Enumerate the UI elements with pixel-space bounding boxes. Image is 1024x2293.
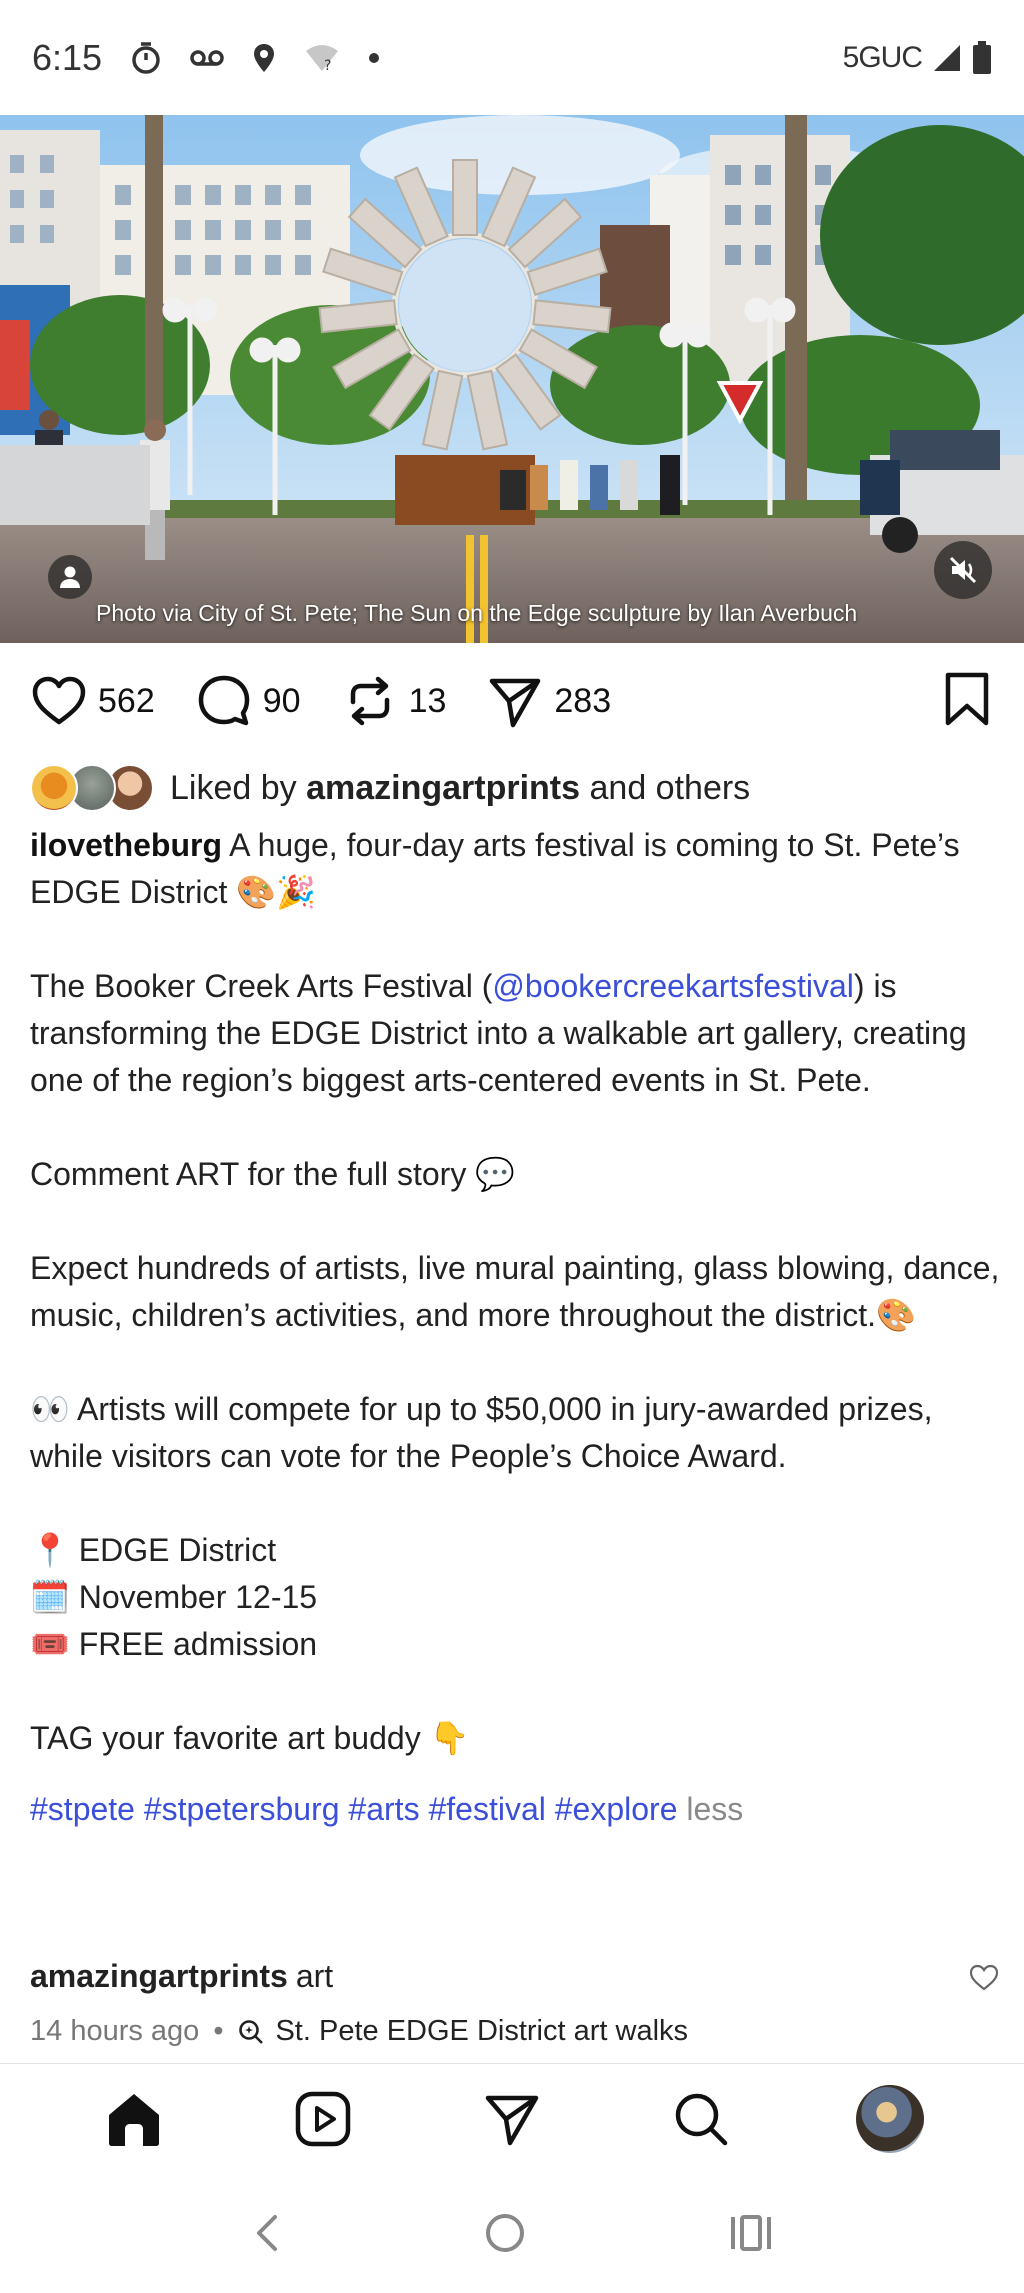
caption-hashtags: #stpete #stpetersburg #arts #festival #e… (30, 1786, 1000, 1833)
back-icon[interactable] (251, 2213, 281, 2253)
signal-icon (934, 44, 960, 71)
tagged-users-button[interactable] (48, 555, 92, 599)
caption-paragraph-1: The Booker Creek Arts Festival (@bookerc… (30, 963, 1000, 1104)
location-icon (254, 43, 275, 72)
liked-by-suffix: and others (589, 768, 751, 807)
caption-location: 📍 EDGE District (30, 1527, 1000, 1574)
hashtags[interactable]: #stpete #stpetersburg #arts #festival #e… (30, 1791, 677, 1827)
caption-paragraph-3: Expect hundreds of artists, live mural p… (30, 1245, 1000, 1339)
search-icon (675, 2093, 728, 2145)
topic-search-icon (239, 2019, 264, 2044)
liked-by-user[interactable]: amazingartprints (306, 769, 580, 807)
top-comment[interactable]: amazingartprints art (30, 1958, 1000, 1995)
post-actions: 562 90 13 283 (30, 665, 994, 737)
home-circle-icon[interactable] (484, 2212, 526, 2254)
mention-link[interactable]: @bookercreekartsfestival (492, 968, 854, 1004)
nav-profile[interactable] (854, 2083, 926, 2155)
sculpture-photo (0, 115, 1024, 643)
nav-direct[interactable] (476, 2083, 548, 2155)
bookmark-icon (945, 672, 989, 725)
p3-text: Expect hundreds of artists, live mural p… (30, 1250, 1000, 1333)
liked-by-text: Liked by amazingartprints and others (170, 769, 750, 808)
user-icon (60, 566, 80, 588)
p2-text: Comment ART for the full story (30, 1156, 467, 1192)
repost-button[interactable]: 13 (341, 672, 447, 730)
shares-count: 283 (554, 681, 612, 720)
nav-home[interactable] (98, 2083, 170, 2155)
less-link[interactable]: less (686, 1791, 743, 1827)
admission-text: FREE admission (78, 1626, 318, 1662)
caption-admission: 🎟️ FREE admission (30, 1621, 1000, 1668)
topic-link[interactable]: St. Pete EDGE District art walks (237, 2015, 688, 2048)
comment-button[interactable]: 90 (195, 672, 301, 730)
network-label: 5GUC (842, 40, 923, 74)
topic-text: St. Pete EDGE District art walks (275, 2015, 689, 2047)
location-text: EDGE District (78, 1532, 277, 1568)
caption-tag-line: TAG your favorite art buddy 👇 (30, 1715, 1000, 1762)
palette-emoji: 🎨 (876, 1296, 916, 1334)
status-time: 6:15 (32, 36, 103, 78)
p4-text: Artists will compete for up to $50,000 i… (30, 1391, 933, 1474)
caption-intro-emoji: 🎨🎉 (236, 873, 316, 911)
status-icons: ? (130, 41, 380, 75)
calendar-emoji: 🗓️ (30, 1578, 70, 1616)
volume-muted-icon (949, 556, 977, 584)
liked-by-prefix: Liked by (170, 768, 297, 807)
comment-text: art (295, 1958, 334, 1994)
bottom-navigation (0, 2063, 1024, 2173)
comments-count: 90 (262, 681, 301, 720)
send-icon (490, 678, 541, 728)
nav-reels[interactable] (287, 2083, 359, 2155)
avatar (30, 764, 78, 812)
save-button[interactable] (940, 671, 994, 732)
status-bar: 6:15 ? 5GUC (0, 0, 1024, 115)
caption-paragraph-4: 👀 Artists will compete for up to $50,000… (30, 1386, 1000, 1480)
liked-by[interactable]: Liked by amazingartprints and others (30, 760, 750, 816)
system-navigation (0, 2173, 1024, 2293)
repost-icon (350, 676, 389, 726)
image-caption: Photo via City of St. Pete; The Sun on t… (96, 600, 858, 626)
pin-emoji: 📍 (30, 1531, 70, 1569)
post-caption: ilovetheburg A huge, four-day arts festi… (30, 822, 1000, 1833)
share-button[interactable]: 283 (486, 672, 611, 730)
send-icon (485, 2095, 539, 2145)
comment-heart-icon[interactable] (968, 1962, 1000, 1992)
dot-icon (369, 52, 380, 63)
home-icon (109, 2093, 160, 2146)
post-username[interactable]: ilovetheburg (30, 827, 222, 863)
caption-intro: ilovetheburg A huge, four-day arts festi… (30, 822, 1000, 916)
p1-before: The Booker Creek Arts Festival ( (30, 968, 493, 1004)
recent-apps-icon[interactable] (729, 2213, 773, 2253)
caption-date: 🗓️ November 12-15 (30, 1574, 1000, 1621)
likes-count: 562 (98, 681, 155, 720)
reposts-count: 13 (408, 681, 447, 720)
liker-avatars (30, 762, 158, 814)
battery-icon (973, 40, 991, 74)
eyes-emoji: 👀 (30, 1390, 70, 1428)
date-text: November 12-15 (78, 1579, 318, 1615)
reels-icon (295, 2091, 351, 2146)
speech-bubble-emoji: 💬 (475, 1155, 516, 1193)
wifi-question-icon: ? (306, 44, 339, 73)
status-right: 5GUC (842, 40, 992, 75)
mute-button[interactable] (934, 541, 992, 599)
heart-icon (32, 676, 86, 725)
comment-user[interactable]: amazingartprints (30, 1958, 288, 1995)
caption-paragraph-2: Comment ART for the full story 💬 (30, 1151, 1000, 1198)
post-meta: 14 hours ago • St. Pete EDGE District ar… (30, 2015, 688, 2048)
ticket-emoji: 🎟️ (30, 1625, 70, 1663)
svg-text:?: ? (324, 58, 331, 73)
timer-icon (132, 41, 160, 74)
comment-icon (198, 675, 249, 726)
nav-search[interactable] (665, 2083, 737, 2155)
pointing-down-emoji: 👇 (429, 1719, 470, 1757)
profile-avatar (855, 2084, 924, 2153)
meta-separator: • (213, 2015, 224, 2047)
like-button[interactable]: 562 (30, 672, 155, 730)
voicemail-icon (190, 49, 224, 66)
tag-text: TAG your favorite art buddy (30, 1720, 421, 1756)
time-ago: 14 hours ago (30, 2015, 200, 2047)
post-image[interactable]: Photo via City of St. Pete; The Sun on t… (0, 115, 1024, 643)
